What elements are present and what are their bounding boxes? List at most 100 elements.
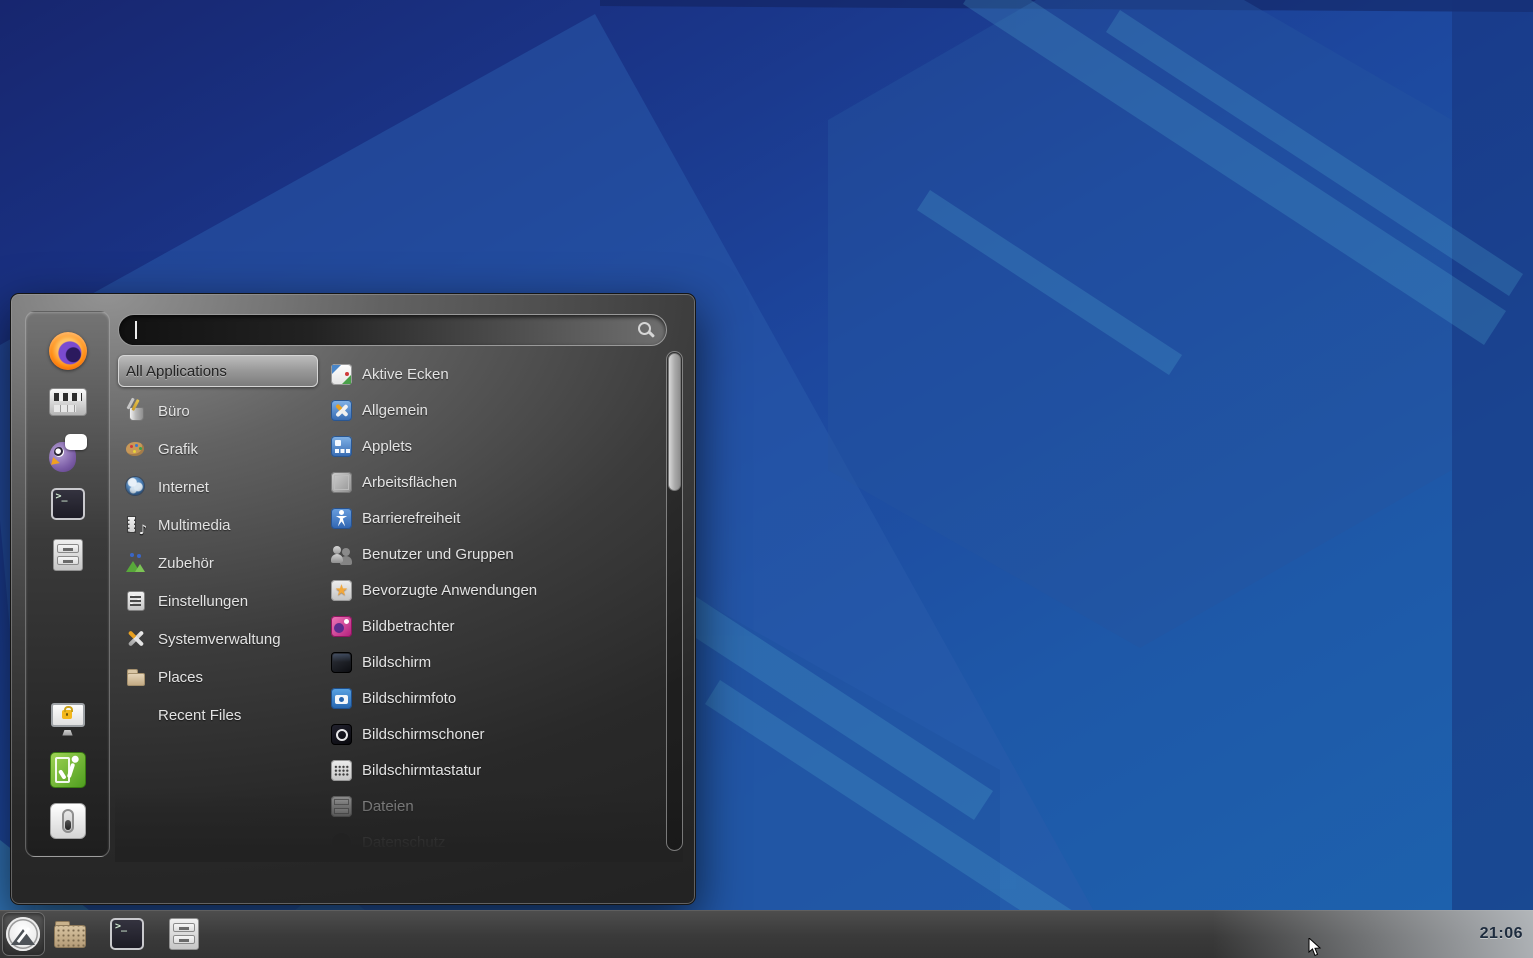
application-label: Bildschirmtastatur xyxy=(362,762,481,779)
favorite-item-pidgin-messenger[interactable] xyxy=(48,434,88,472)
application-label: Barrierefreiheit xyxy=(362,510,460,527)
application-label: Datenschutz xyxy=(362,834,445,851)
application-icon xyxy=(331,472,352,493)
menu-category[interactable]: Grafik xyxy=(118,430,318,468)
application-icon xyxy=(331,724,352,745)
category-label: Zubehör xyxy=(158,555,214,572)
menu-application[interactable]: Bildbetrachter xyxy=(331,608,661,644)
session-icon xyxy=(50,803,86,839)
panel-launcher-file-cabinet[interactable] xyxy=(167,914,201,954)
menu-application[interactable]: Barrierefreiheit xyxy=(331,500,661,536)
application-label: Bevorzugte Anwendungen xyxy=(362,582,537,599)
category-label: Grafik xyxy=(158,441,198,458)
menu-button[interactable] xyxy=(2,912,45,956)
category-icon xyxy=(125,514,147,536)
application-icon xyxy=(331,832,352,853)
menu-application[interactable]: Bildschirmfoto xyxy=(331,680,661,716)
category-label: Recent Files xyxy=(158,707,241,724)
search-input[interactable] xyxy=(119,315,666,345)
category-label: Multimedia xyxy=(158,517,231,534)
application-icon xyxy=(331,688,352,709)
application-icon xyxy=(331,616,352,637)
menu-category[interactable]: All Applications xyxy=(118,355,318,387)
menu-application[interactable]: Applets xyxy=(331,428,661,464)
menu-application[interactable]: Dateien xyxy=(331,788,661,824)
menu-application[interactable]: Bildschirm xyxy=(331,644,661,680)
apps-scrollbar-thumb[interactable] xyxy=(668,353,681,491)
category-label: Einstellungen xyxy=(158,593,248,610)
distro-logo-icon xyxy=(6,917,40,951)
menu-application[interactable]: Allgemein xyxy=(331,392,661,428)
application-icon xyxy=(331,796,352,817)
menu-category[interactable]: Internet xyxy=(118,468,318,506)
application-icon xyxy=(331,580,352,601)
application-label: Dateien xyxy=(362,798,414,815)
category-icon xyxy=(125,400,147,422)
panel-launcher-terminal[interactable] xyxy=(110,914,144,954)
menu-application[interactable]: Aktive Ecken xyxy=(331,356,661,392)
favorite-app-icon xyxy=(49,434,87,472)
panel-launchers xyxy=(53,910,201,958)
favorite-item-terminal[interactable] xyxy=(48,485,88,523)
application-icon xyxy=(331,760,352,781)
favorite-app-icon xyxy=(53,539,83,571)
session-icon xyxy=(50,752,86,788)
category-icon xyxy=(125,476,147,498)
application-menu-window: All Applications Büro Grafik Internet Mu… xyxy=(10,293,696,905)
clock[interactable]: 21:06 xyxy=(1480,925,1523,943)
application-label: Bildschirm xyxy=(362,654,431,671)
session-button-logout[interactable] xyxy=(48,751,88,789)
menu-application[interactable]: Bildschirmtastatur xyxy=(331,752,661,788)
session-button-shutdown[interactable] xyxy=(48,802,88,840)
session-icon xyxy=(49,703,87,736)
category-label: Systemverwaltung xyxy=(158,631,281,648)
menu-application[interactable]: Bevorzugte Anwendungen xyxy=(331,572,661,608)
system-tray: 21:06 xyxy=(1448,910,1533,958)
favorite-item-file-cabinet[interactable] xyxy=(48,536,88,574)
apps-scrollbar-track[interactable] xyxy=(666,351,683,851)
menu-application[interactable]: Bildschirmschoner xyxy=(331,716,661,752)
menu-category[interactable]: Multimedia xyxy=(118,506,318,544)
launcher-icon xyxy=(110,918,144,950)
application-label: Arbeitsflächen xyxy=(362,474,457,491)
menu-application[interactable]: Arbeitsflächen xyxy=(331,464,661,500)
bottom-panel: 21:06 xyxy=(0,910,1533,958)
favorite-app-icon xyxy=(49,388,87,416)
menu-category[interactable]: Zubehör xyxy=(118,544,318,582)
menu-category[interactable]: Recent Files xyxy=(118,696,318,734)
menu-category[interactable]: Einstellungen xyxy=(118,582,318,620)
category-icon xyxy=(125,552,147,574)
application-icon xyxy=(331,436,352,457)
application-label: Bildschirmschoner xyxy=(362,726,485,743)
category-list: All Applications Büro Grafik Internet Mu… xyxy=(118,355,318,734)
category-label: Places xyxy=(158,669,203,686)
favorite-app-icon xyxy=(49,332,87,370)
category-icon xyxy=(125,666,147,688)
menu-category[interactable]: Büro xyxy=(118,392,318,430)
application-icon xyxy=(331,400,352,421)
favorite-item-media-console[interactable] xyxy=(48,383,88,421)
application-icon xyxy=(331,652,352,673)
menu-application[interactable]: Datenschutz xyxy=(331,824,661,860)
application-label: Benutzer und Gruppen xyxy=(362,546,514,563)
category-label: Internet xyxy=(158,479,209,496)
application-label: Allgemein xyxy=(362,402,428,419)
menu-category[interactable]: Places xyxy=(118,658,318,696)
application-icon xyxy=(331,508,352,529)
application-icon xyxy=(331,544,352,565)
category-label: Büro xyxy=(158,403,190,420)
launcher-icon xyxy=(54,921,86,948)
favorites-sidebar xyxy=(25,311,110,857)
favorite-app-icon xyxy=(51,488,85,520)
search-bar[interactable] xyxy=(118,314,667,346)
category-label: All Applications xyxy=(126,363,227,380)
favorite-item-firefox[interactable] xyxy=(48,332,88,370)
application-list: Aktive Ecken Allgemein Applets Arbeitsfl… xyxy=(331,356,661,860)
menu-application[interactable]: Benutzer und Gruppen xyxy=(331,536,661,572)
session-button-lock-screen[interactable] xyxy=(48,700,88,738)
panel-launcher-file-manager[interactable] xyxy=(53,914,87,954)
category-icon xyxy=(125,438,147,460)
search-icon[interactable] xyxy=(638,322,654,338)
menu-category[interactable]: Systemverwaltung xyxy=(118,620,318,658)
launcher-icon xyxy=(169,918,199,950)
